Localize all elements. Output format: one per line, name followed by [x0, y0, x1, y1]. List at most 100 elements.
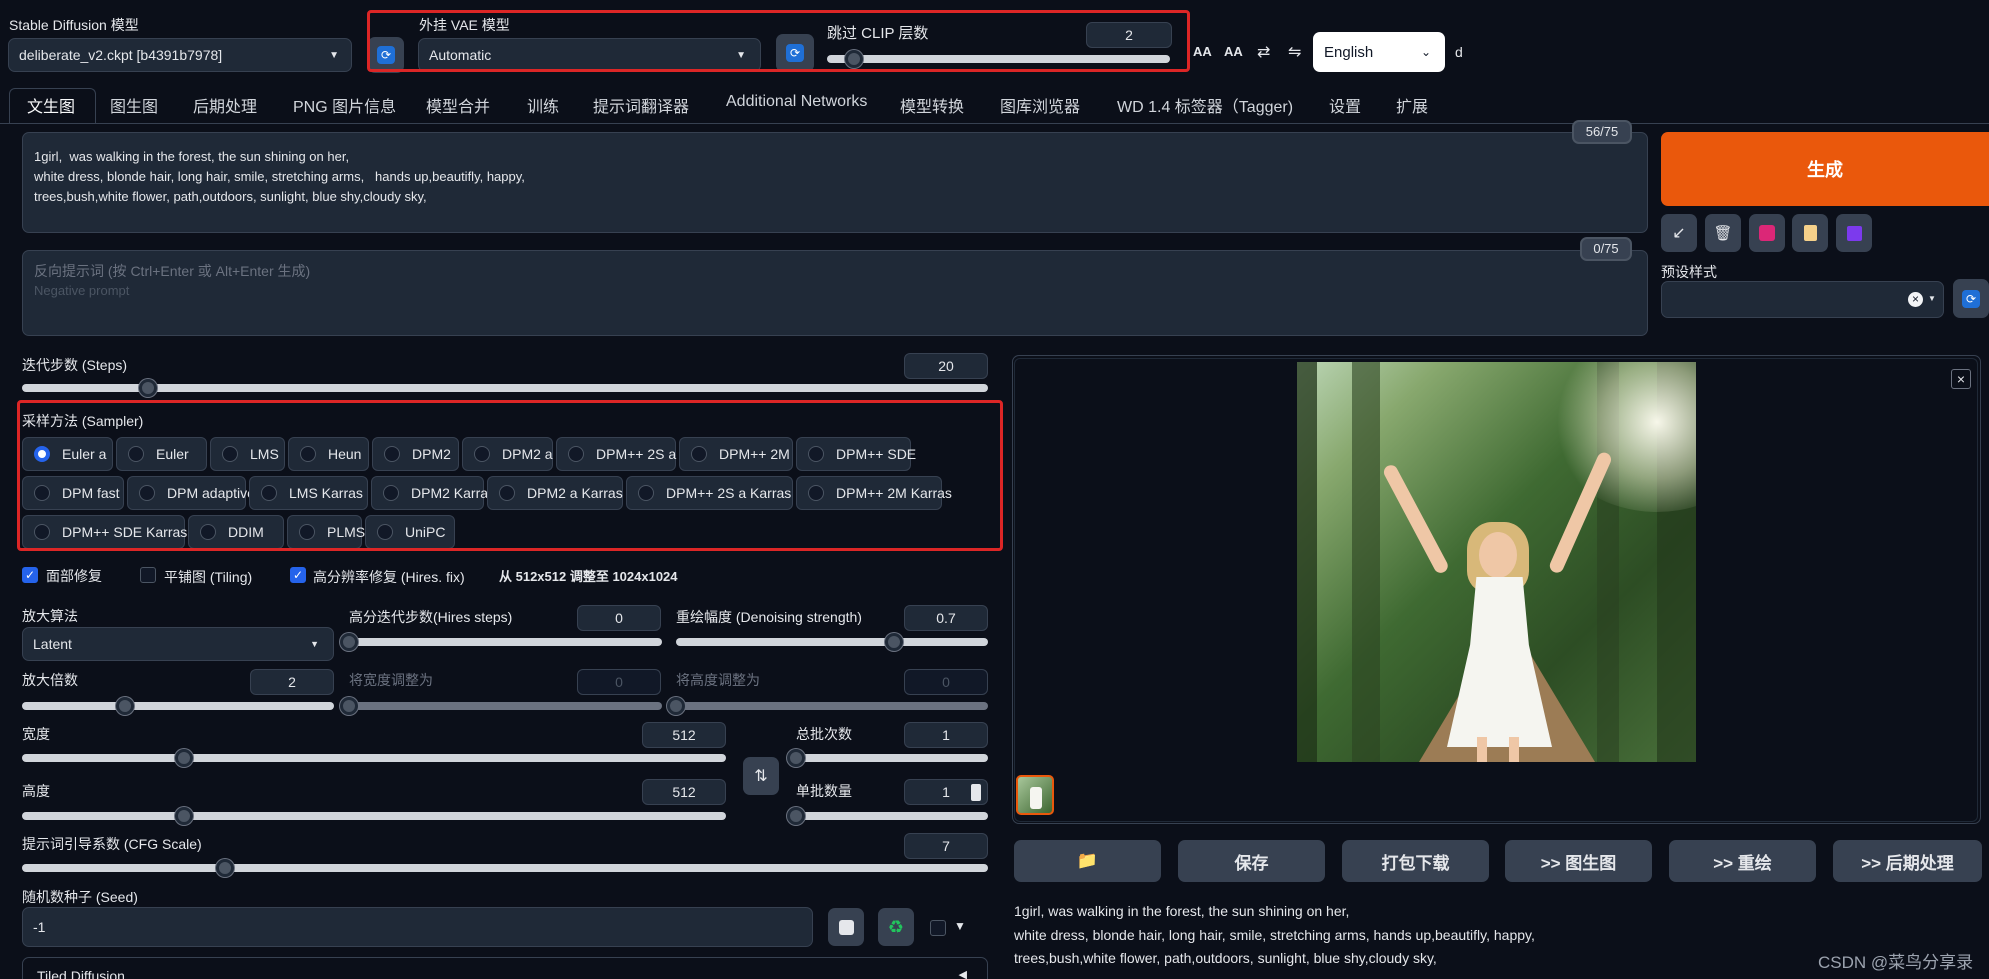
batch-size-input[interactable]: 1	[904, 779, 988, 805]
font-size-large-icon[interactable]: AA	[1193, 44, 1212, 59]
batch-count-input[interactable]: 1	[904, 722, 988, 748]
refresh-styles-button[interactable]: ⟳	[1953, 279, 1989, 318]
width-input[interactable]: 512	[642, 722, 726, 748]
save-button[interactable]: 保存	[1178, 840, 1325, 882]
read-params-button[interactable]: ↙	[1661, 214, 1697, 252]
hires-fix-label: 高分辨率修复 (Hires. fix)	[313, 569, 465, 585]
tab-translator[interactable]: 提示词翻译器	[593, 93, 689, 123]
upscaler-select[interactable]: Latent ▼	[22, 627, 334, 661]
swap-dimensions-button[interactable]: ⇅	[743, 757, 779, 795]
tab-tagger[interactable]: WD 1.4 标签器（Tagger)	[1117, 93, 1293, 123]
hires-steps-slider[interactable]	[340, 633, 662, 651]
tab-png-info[interactable]: PNG 图片信息	[293, 93, 396, 123]
upscale-by-input[interactable]: 2	[250, 669, 334, 695]
send-to-extras-button[interactable]: >> 后期处理	[1833, 840, 1982, 882]
cfg-slider[interactable]	[22, 859, 988, 877]
zip-download-button[interactable]: 打包下载	[1342, 840, 1489, 882]
tiling-checkbox[interactable]	[140, 567, 156, 583]
language-select[interactable]: English ⌄	[1313, 32, 1445, 72]
denoise-slider[interactable]	[676, 633, 988, 651]
resize-height-slider[interactable]	[667, 697, 988, 715]
tab-train[interactable]: 训练	[527, 93, 559, 123]
styles-select[interactable]: × ▼	[1661, 281, 1944, 318]
prompt-textarea[interactable]: 1girl, was walking in the forest, the su…	[22, 132, 1648, 233]
sd-model-label: Stable Diffusion 模型	[9, 17, 139, 33]
slider-thumb[interactable]	[667, 697, 685, 715]
tab-image-browser[interactable]: 图库浏览器	[1000, 93, 1080, 123]
send-to-img2img-button[interactable]: >> 图生图	[1505, 840, 1652, 882]
cfg-label: 提示词引导系数 (CFG Scale)	[22, 836, 202, 852]
tab-extras[interactable]: 后期处理	[193, 93, 257, 123]
height-slider[interactable]	[22, 807, 726, 825]
tab-additional-networks[interactable]: Additional Networks	[726, 93, 867, 123]
random-seed-button[interactable]	[828, 908, 864, 946]
resize-height-label: 将高度调整为	[676, 672, 760, 688]
steps-input[interactable]: 20	[904, 353, 988, 379]
tab-img2img[interactable]: 图生图	[110, 93, 158, 123]
negative-prompt-textarea[interactable]: 反向提示词 (按 Ctrl+Enter 或 Alt+Enter 生成) Nega…	[22, 250, 1648, 336]
slider-thumb[interactable]	[215, 859, 234, 877]
slider-thumb[interactable]	[174, 807, 193, 825]
tab-settings[interactable]: 设置	[1329, 93, 1361, 123]
collapse-arrow-icon: ◀	[958, 969, 967, 979]
hires-info: 从 512x512 调整至 1024x1024	[499, 569, 678, 584]
slider-thumb[interactable]	[787, 807, 805, 825]
steps-slider[interactable]	[22, 379, 988, 397]
denoise-label: 重绘幅度 (Denoising strength)	[676, 609, 862, 625]
tab-model-convert[interactable]: 模型转换	[900, 93, 964, 123]
expand-icon[interactable]: ▼	[954, 919, 966, 933]
hires-steps-input[interactable]: 0	[577, 605, 661, 631]
extra-networks-button[interactable]	[1749, 214, 1785, 252]
send-to-inpaint-button[interactable]: >> 重绘	[1669, 840, 1816, 882]
close-preview-icon[interactable]: ×	[1951, 369, 1971, 389]
font-size-small-icon[interactable]: AA	[1224, 44, 1243, 59]
negative-placeholder: 反向提示词 (按 Ctrl+Enter 或 Alt+Enter 生成)	[34, 263, 311, 279]
tab-merge[interactable]: 模型合并	[426, 93, 490, 123]
tab-txt2img[interactable]: 文生图	[27, 93, 75, 123]
face-restore-label: 面部修复	[46, 568, 102, 584]
save-style-button[interactable]	[1836, 214, 1872, 252]
clear-icon[interactable]: ×	[1908, 292, 1923, 307]
hires-fix-checkbox[interactable]: ✓	[290, 567, 306, 583]
resize-width-slider[interactable]	[340, 697, 662, 715]
batch-count-slider[interactable]	[787, 749, 988, 767]
resize-width-input[interactable]: 0	[577, 669, 661, 695]
face-restore-checkbox[interactable]: ✓	[22, 567, 38, 583]
slider-thumb[interactable]	[340, 633, 358, 651]
refresh-icon: ⟳	[1962, 289, 1980, 308]
spinner-icon[interactable]	[971, 784, 981, 801]
cfg-input[interactable]: 7	[904, 833, 988, 859]
reuse-seed-button[interactable]: ♻	[878, 908, 914, 946]
height-label: 高度	[22, 783, 50, 799]
gallery-thumbnail[interactable]	[1016, 775, 1054, 815]
slider-thumb[interactable]	[115, 697, 134, 715]
batch-size-slider[interactable]	[787, 807, 988, 825]
toggle-icon[interactable]: ⇋	[1288, 42, 1301, 62]
seed-input[interactable]: -1	[22, 907, 813, 947]
tiled-diffusion-accordion[interactable]: Tiled Diffusion ◀	[22, 957, 988, 979]
sd-model-select[interactable]: deliberate_v2.ckpt [b4391b7978] ▼	[8, 38, 352, 72]
extra-seed-checkbox[interactable]	[930, 920, 946, 936]
clear-prompt-button[interactable]: 🗑	[1705, 214, 1741, 252]
slider-thumb[interactable]	[885, 633, 904, 651]
generate-button[interactable]: 生成	[1661, 132, 1989, 206]
width-slider[interactable]	[22, 749, 726, 767]
slider-thumb[interactable]	[174, 749, 193, 767]
upscale-by-slider[interactable]	[22, 697, 334, 715]
open-folder-button[interactable]: 📁	[1014, 840, 1161, 882]
height-input[interactable]: 512	[642, 779, 726, 805]
tree-trunk	[1297, 362, 1317, 762]
chevron-down-icon: ⌄	[1420, 45, 1431, 59]
tab-extensions[interactable]: 扩展	[1396, 93, 1428, 123]
denoise-input[interactable]: 0.7	[904, 605, 988, 631]
slider-thumb[interactable]	[138, 379, 157, 397]
resize-height-input[interactable]: 0	[904, 669, 988, 695]
tab-divider	[0, 123, 1989, 124]
slider-thumb[interactable]	[787, 749, 805, 767]
trash-icon: 🗑	[1713, 225, 1733, 242]
swap-icon[interactable]: ⇄	[1257, 42, 1270, 62]
slider-thumb[interactable]	[340, 697, 358, 715]
apply-style-button[interactable]	[1792, 214, 1828, 252]
generated-image[interactable]	[1297, 362, 1696, 762]
batch-size-label: 单批数量	[796, 783, 852, 799]
